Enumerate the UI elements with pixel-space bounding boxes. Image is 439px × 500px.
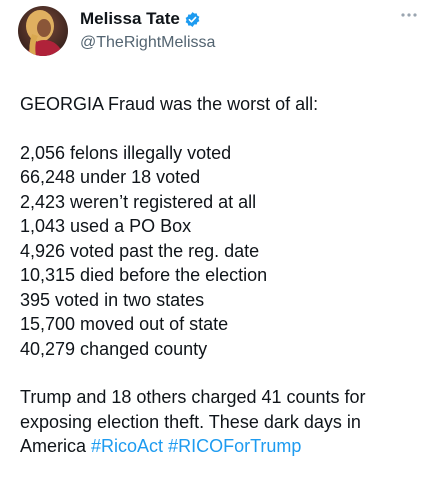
stat-line: 4,926 voted past the reg. date	[20, 240, 260, 261]
more-options-icon[interactable]	[399, 10, 419, 20]
stat-line: 66,248 under 18 voted	[20, 167, 201, 187]
stat-line: 15,700 moved out of state	[20, 314, 229, 334]
stat-line: 40,279 changed county	[20, 338, 208, 359]
stat-line: 2,056 felons illegally voted	[20, 142, 232, 163]
stat-line: 10,315 died before the election	[20, 265, 268, 285]
stat-line: 2,423 weren’t registered at all	[20, 191, 257, 212]
tweet-text: GEORGIA Fraud was the worst of all: 2,05…	[20, 92, 425, 459]
tweet-card: Melissa Tate @TheRightMelissa GEORGIA Fr…	[0, 0, 439, 500]
author-display-name[interactable]: Melissa Tate	[80, 9, 180, 29]
tweet-closing-paragraph: Trump and 18 others charged 41 counts fo…	[20, 385, 425, 459]
tweet-headline: GEORGIA Fraud was the worst of all:	[20, 94, 319, 114]
avatar-image	[18, 6, 68, 56]
hashtag-link[interactable]: #RICOForTrump	[168, 436, 301, 456]
verified-badge-icon	[184, 11, 201, 28]
author-handle[interactable]: @TheRightMelissa	[80, 33, 215, 53]
hashtag-link[interactable]: #RicoAct	[91, 436, 163, 456]
author-name-row: Melissa Tate	[80, 9, 201, 29]
stat-line: 395 voted in two states	[20, 289, 205, 310]
stat-line: 1,043 used a PO Box	[20, 216, 192, 236]
avatar[interactable]	[18, 6, 68, 56]
